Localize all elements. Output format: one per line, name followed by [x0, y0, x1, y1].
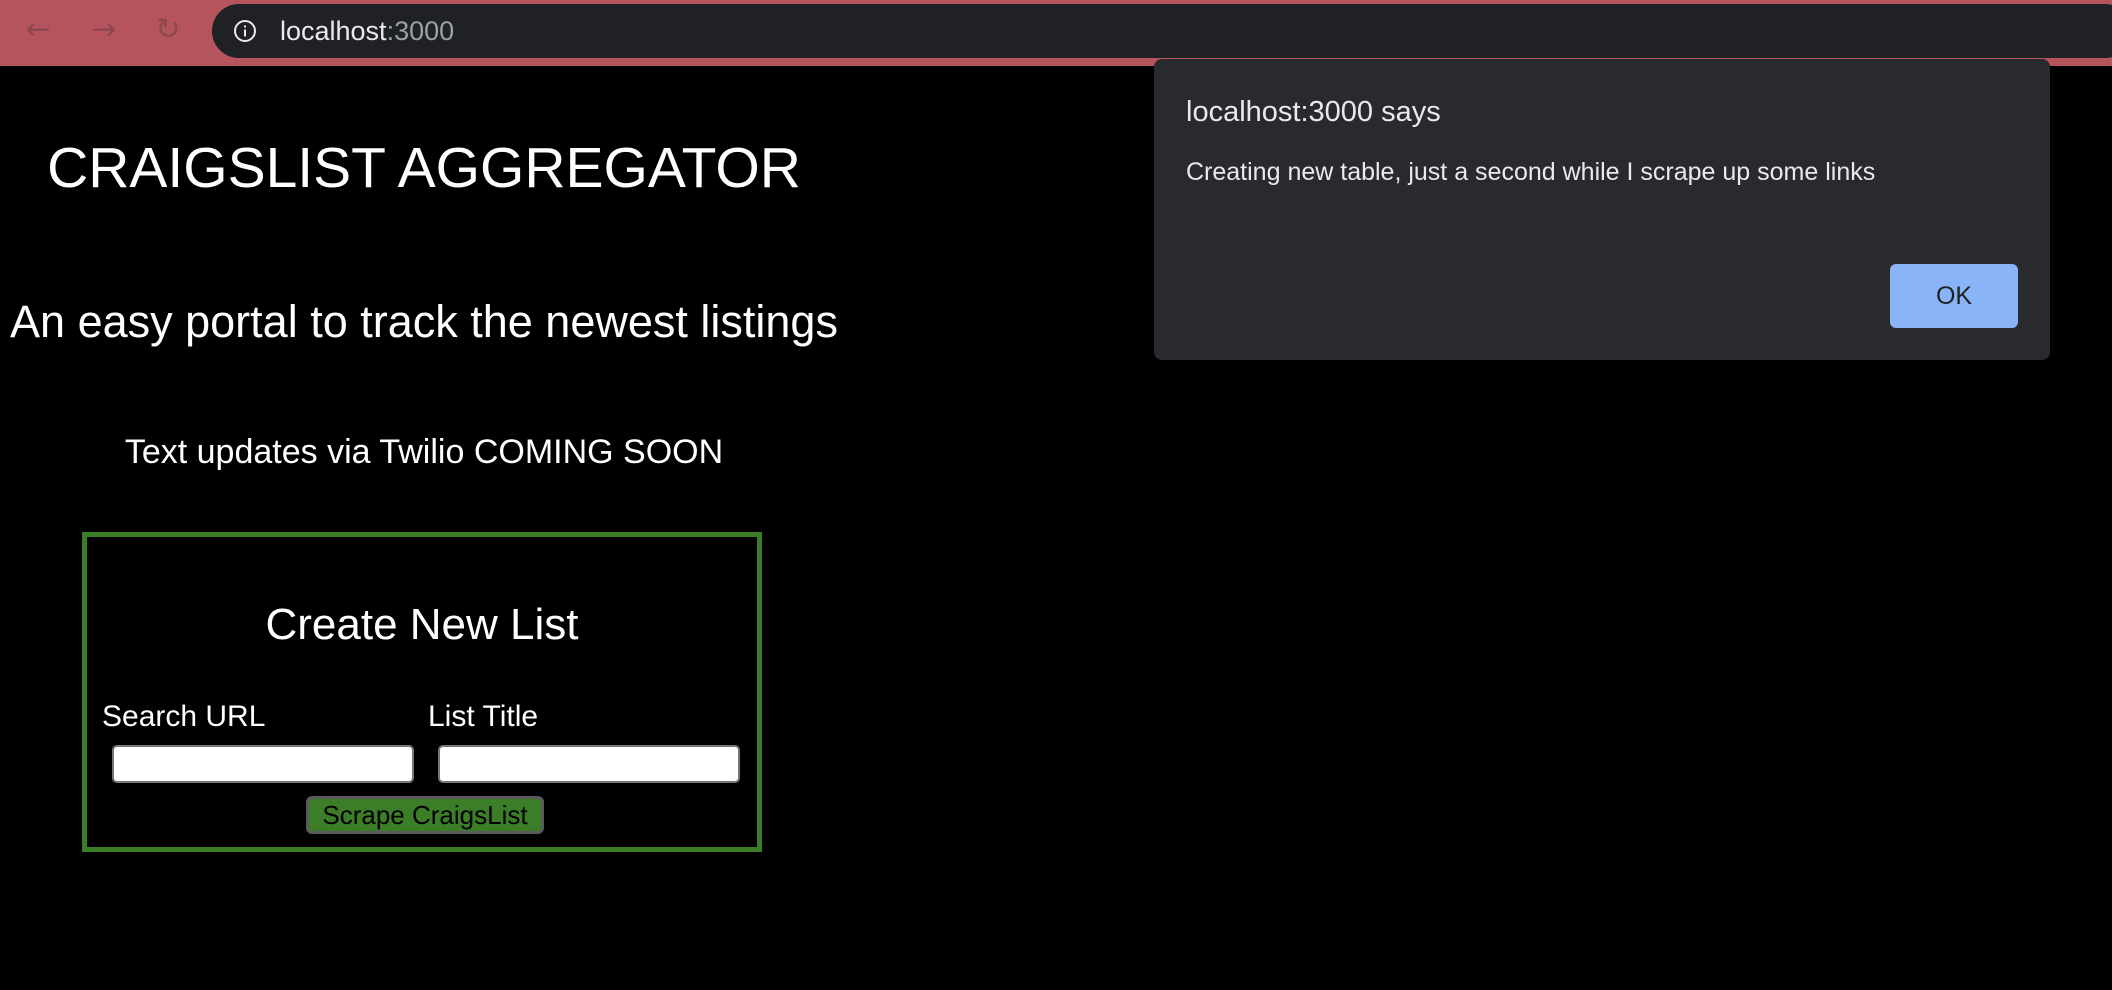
- address-bar[interactable]: localhost:3000: [212, 4, 2112, 58]
- list-title-label: List Title: [428, 700, 539, 733]
- create-list-form: Create New List Search URL List Title Sc…: [82, 532, 762, 852]
- form-heading: Create New List: [265, 600, 579, 649]
- forward-arrow-icon[interactable]: →: [86, 12, 122, 48]
- scrape-craigslist-button[interactable]: Scrape CraigsList: [306, 796, 544, 834]
- info-icon[interactable]: [233, 19, 257, 43]
- browser-toolbar: ← → ↻ localhost:3000: [0, 0, 2112, 66]
- url-port: :3000: [386, 16, 455, 46]
- url-text[interactable]: localhost:3000: [280, 16, 454, 46]
- back-arrow-icon[interactable]: ←: [20, 12, 56, 48]
- alert-dialog: localhost:3000 says Creating new table, …: [1154, 59, 2050, 360]
- search-url-label: Search URL: [102, 700, 266, 733]
- ok-button[interactable]: OK: [1890, 264, 2018, 328]
- list-title-input[interactable]: [438, 745, 740, 783]
- page-subtitle: An easy portal to track the newest listi…: [10, 296, 838, 347]
- search-url-input[interactable]: [112, 745, 414, 783]
- alert-title: localhost:3000 says: [1186, 96, 1441, 128]
- url-host: localhost: [280, 16, 387, 46]
- coming-soon-notice: Text updates via Twilio COMING SOON: [124, 433, 724, 471]
- page-title: CRAIGSLIST AGGREGATOR: [47, 136, 801, 200]
- reload-icon[interactable]: ↻: [150, 12, 186, 48]
- alert-message: Creating new table, just a second while …: [1186, 158, 1876, 186]
